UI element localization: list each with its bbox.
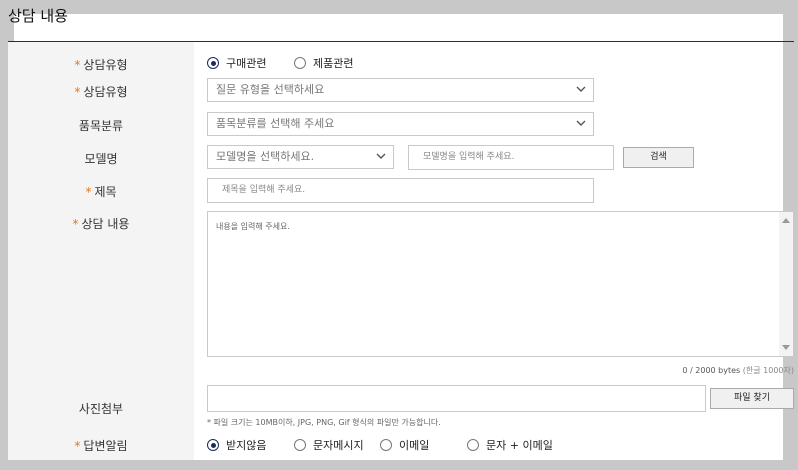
- attachment-label: 사진첨부: [78, 402, 124, 416]
- title-divider: [8, 41, 794, 42]
- radio-product[interactable]: 제품관련: [294, 55, 353, 71]
- file-browse-button[interactable]: 파일 찾기: [710, 388, 794, 409]
- byte-counter: 0 / 2000 bytes (한글 1000자): [682, 365, 794, 376]
- model-label: 모델명: [84, 152, 118, 166]
- byte-hint: (한글 1000자): [742, 366, 794, 375]
- radio-sms-label: 문자메시지: [313, 439, 364, 452]
- content-label: * 상담 내용: [72, 217, 130, 231]
- radio-product-label: 제품관련: [313, 57, 354, 70]
- radio-email[interactable]: 이메일: [380, 437, 429, 453]
- content-textarea[interactable]: 내용을 입력해 주세요.: [207, 211, 794, 357]
- chevron-down-icon: [376, 153, 386, 159]
- radio-purchase[interactable]: 구매관련: [207, 55, 266, 71]
- radio-unselected-icon: [467, 439, 479, 451]
- radio-no-notify-label: 받지않음: [226, 439, 267, 452]
- model-select[interactable]: 모델명을 선택하세요.: [207, 145, 394, 169]
- radio-purchase-label: 구매관련: [226, 57, 267, 70]
- attachment-file-field[interactable]: [207, 385, 706, 412]
- scroll-down-arrow-icon[interactable]: [782, 345, 790, 350]
- required-mark: *: [72, 217, 79, 231]
- radio-unselected-icon: [380, 439, 392, 451]
- search-button[interactable]: 검색: [623, 147, 694, 168]
- radio-sms[interactable]: 문자메시지: [294, 437, 364, 453]
- page-title: 상담 내용: [8, 7, 68, 25]
- category-select-value: 품목분류를 선택해 주세요: [216, 117, 335, 130]
- radio-unselected-icon: [294, 439, 306, 451]
- labels-column: [8, 42, 194, 460]
- radio-selected-icon: [207, 57, 219, 69]
- subject-label: * 제목: [85, 185, 117, 199]
- content-placeholder: 내용을 입력해 주세요.: [216, 222, 290, 231]
- model-input[interactable]: 모델명을 입력해 주세요.: [408, 145, 614, 170]
- reply-notify-label: * 답변알림: [74, 439, 128, 453]
- textarea-scrollbar[interactable]: [779, 212, 793, 356]
- category-label: 품목분류: [78, 119, 124, 133]
- required-mark: *: [85, 185, 92, 199]
- radio-selected-icon: [207, 439, 219, 451]
- inquiry-type-label: * 상담유형: [74, 58, 128, 72]
- chevron-down-icon: [576, 86, 586, 92]
- inquiry-type-select[interactable]: 질문 유형을 선택하세요: [207, 78, 594, 102]
- required-mark: *: [74, 439, 81, 453]
- required-mark: *: [74, 58, 81, 72]
- section-header: 상담 내용: [0, 0, 798, 42]
- chevron-down-icon: [576, 120, 586, 126]
- category-select[interactable]: 품목분류를 선택해 주세요: [207, 112, 594, 136]
- radio-email-label: 이메일: [399, 439, 430, 452]
- scroll-up-arrow-icon[interactable]: [782, 218, 790, 223]
- subject-input[interactable]: 제목을 입력해 주세요.: [207, 178, 594, 203]
- radio-unselected-icon: [294, 57, 306, 69]
- radio-sms-email-label: 문자 + 이메일: [486, 439, 553, 452]
- byte-count: 0 / 2000 bytes: [682, 366, 741, 375]
- radio-no-notify[interactable]: 받지않음: [207, 437, 266, 453]
- radio-sms-email[interactable]: 문자 + 이메일: [467, 437, 553, 453]
- inquiry-type-select-value: 질문 유형을 선택하세요: [216, 83, 325, 96]
- inquiry-type-select-label: * 상담유형: [74, 85, 128, 99]
- file-size-note: * 파일 크기는 10MB이하, JPG, PNG, Gif 형식의 파일만 가…: [207, 418, 441, 427]
- model-select-value: 모델명을 선택하세요.: [216, 150, 315, 163]
- required-mark: *: [74, 85, 81, 99]
